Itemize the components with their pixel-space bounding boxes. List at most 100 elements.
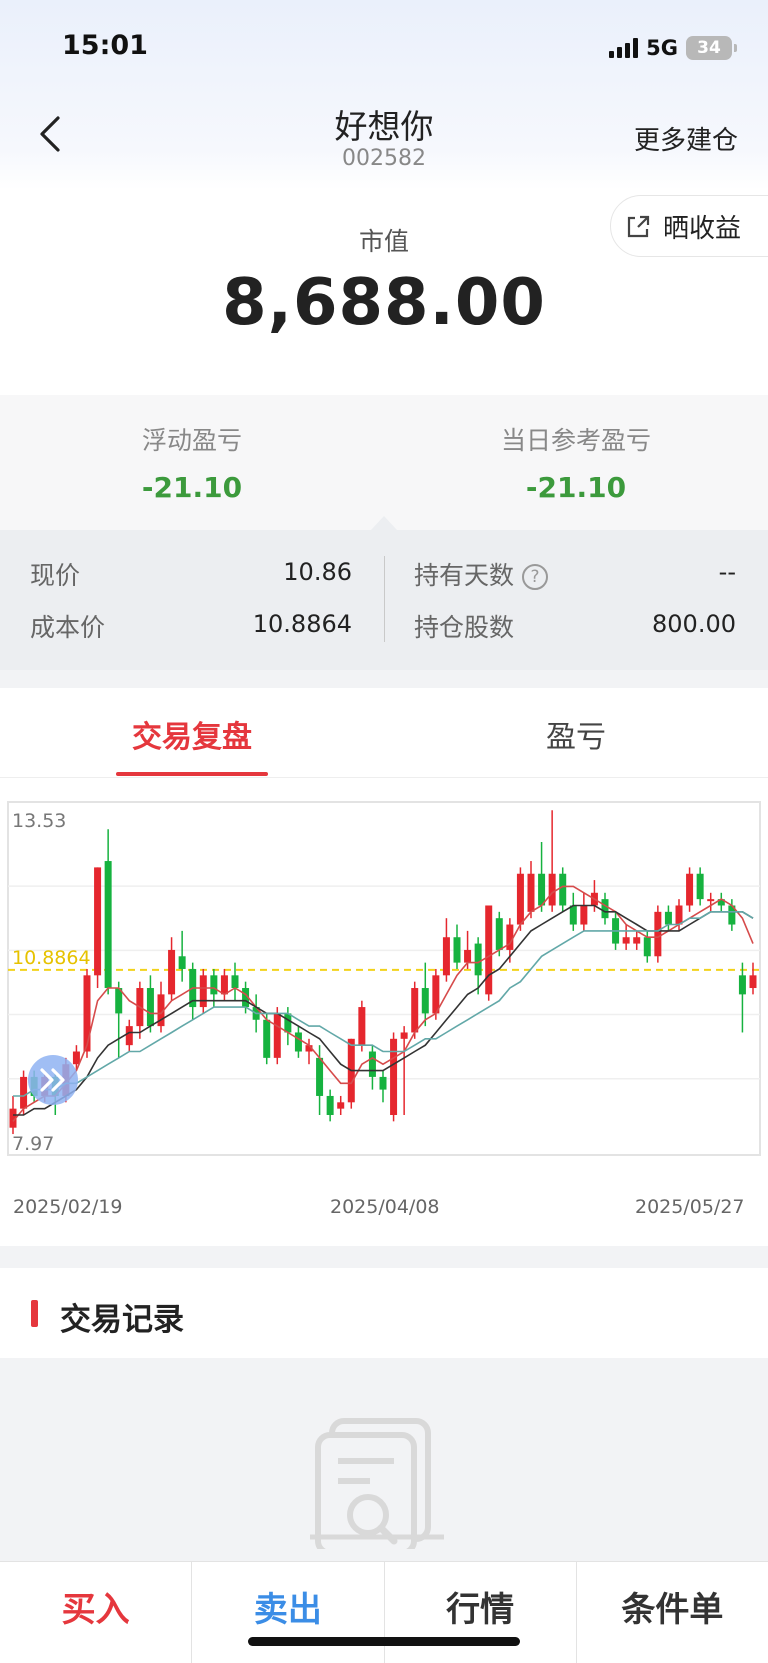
candle-up (633, 937, 641, 944)
x-tick-label: 2025/04/08 (330, 1196, 440, 1218)
candle-down (538, 873, 546, 906)
candle-down (738, 975, 746, 995)
y-max-label: 13.53 (12, 810, 66, 832)
empty-document-icon (310, 1418, 444, 1549)
candle-up (94, 867, 102, 976)
y-min-label: 7.97 (12, 1133, 54, 1155)
candle-up (168, 949, 176, 995)
candle-up (749, 975, 757, 989)
candle-up (548, 873, 556, 906)
tab-trade-review[interactable]: 交易复盘 (0, 712, 384, 756)
pointer-arrow (371, 516, 397, 530)
candle-up (199, 975, 207, 1008)
help-icon[interactable]: ? (522, 564, 549, 590)
cost-value: 10.8864 (252, 610, 352, 638)
days-held: 持有天数? (414, 556, 549, 592)
position-info: 现价 10.86 成本价 10.8864 持有天数? -- 持仓股数 800.0… (0, 530, 768, 670)
candle-down (421, 988, 429, 1014)
market-value: 8,688.00 (222, 266, 546, 340)
floating-pnl-value: -21.10 (141, 471, 243, 504)
candle-up (125, 1026, 133, 1046)
candle-up (622, 937, 630, 944)
candle-up (400, 1032, 408, 1039)
sell-button[interactable]: 卖出 (192, 1562, 385, 1663)
candle-down (178, 956, 186, 969)
candle-up (707, 899, 715, 902)
candle-down (231, 975, 239, 989)
trade-records-header: 交易记录 (0, 1268, 768, 1358)
chart-frame (7, 801, 761, 1156)
candle-up (485, 905, 493, 995)
candle-up (516, 873, 524, 925)
trade-records-title: 交易记录 (60, 1302, 184, 1338)
price-label: 现价 (30, 561, 81, 590)
floating-pnl: 浮动盈亏 -21.10 (0, 421, 384, 504)
status-time: 15:01 (62, 30, 148, 61)
active-tab-indicator (116, 772, 268, 776)
candle-up (20, 1076, 28, 1109)
candle-up (72, 1051, 80, 1065)
candle-up (220, 975, 228, 995)
candle-up (273, 1013, 281, 1058)
shares-label: 持仓股数 (414, 613, 515, 642)
network-type: 5G (646, 36, 678, 60)
more-positions-button[interactable]: 更多建仓 (634, 120, 738, 157)
tab-profit-loss[interactable]: 盈亏 (384, 712, 768, 756)
daily-pnl-value: -21.10 (525, 471, 627, 504)
candle-down (210, 975, 218, 995)
days-value: -- (718, 558, 736, 586)
candle-up (442, 937, 450, 976)
quote-button[interactable]: 行情 (385, 1562, 577, 1663)
candle-up (83, 975, 91, 1052)
cost-line-label: 10.8864 (12, 947, 91, 969)
price-value: 10.86 (283, 558, 352, 586)
candle-down (664, 911, 672, 925)
candle-down (368, 1051, 376, 1077)
candle-down (263, 1019, 271, 1058)
battery-icon: 34 (686, 36, 737, 60)
shares-value: 800.00 (652, 610, 736, 638)
cost-label: 成本价 (30, 613, 106, 642)
candle-down (643, 937, 651, 957)
section-marker (31, 1300, 38, 1327)
days-label: 持有天数 (414, 561, 515, 590)
candle-down (601, 899, 609, 919)
candle-up (358, 1007, 366, 1046)
candle-down (379, 1076, 387, 1090)
candle-down (474, 943, 482, 976)
candle-down (316, 1057, 324, 1096)
daily-pnl: 当日参考盈亏 -21.10 (384, 421, 768, 504)
candle-down (284, 1013, 292, 1033)
candle-down (696, 873, 704, 900)
tab-bar: 交易复盘 盈亏 (0, 688, 768, 778)
daily-pnl-label: 当日参考盈亏 (500, 426, 651, 455)
conditional-order-button[interactable]: 条件单 (577, 1562, 768, 1663)
signal-icon (609, 38, 639, 58)
candle-up (686, 873, 694, 906)
candle-up (580, 905, 588, 925)
candle-down (146, 988, 154, 1027)
candle-up (390, 1038, 398, 1116)
kline-chart[interactable]: 13.53 7.97 10.8864 (0, 778, 768, 1246)
pnl-section: 浮动盈亏 -21.10 当日参考盈亏 -21.10 (0, 395, 768, 530)
candle-down (559, 873, 567, 906)
info-divider (384, 556, 385, 642)
candle-down (326, 1095, 334, 1116)
candle-up (506, 924, 514, 950)
candle-down (294, 1032, 302, 1052)
buy-button[interactable]: 买入 (0, 1562, 193, 1663)
candle-down (569, 905, 577, 925)
candle-up (654, 911, 662, 957)
trade-review-chart: 13.53 7.97 10.8864 2025/02/19 2025/04/08… (0, 778, 768, 1246)
candle-down (104, 861, 112, 989)
expand-button[interactable] (28, 1055, 78, 1105)
candle-up (527, 873, 535, 912)
candle-up (675, 905, 683, 925)
candle-up (411, 988, 419, 1033)
status-indicators: 5G 34 (609, 34, 737, 62)
market-value-label: 市值 (358, 227, 409, 256)
bottom-action-bar: 买入 卖出 行情 条件单 (0, 1561, 768, 1663)
empty-records (0, 1359, 768, 1561)
candle-up (337, 1102, 345, 1109)
x-tick-label: 2025/02/19 (13, 1196, 123, 1218)
